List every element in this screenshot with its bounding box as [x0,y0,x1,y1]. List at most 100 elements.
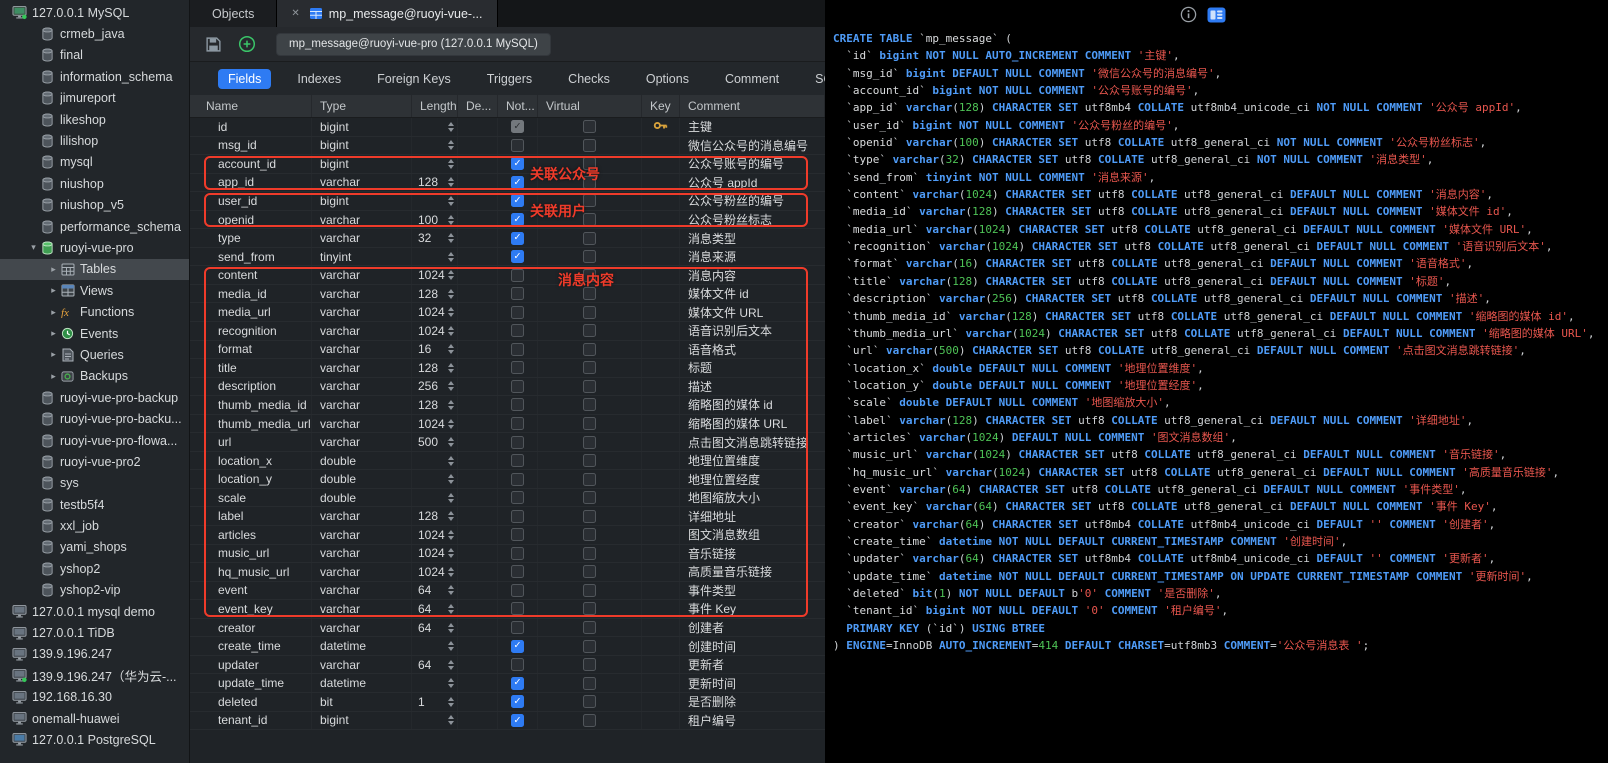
field-row-create_time[interactable]: create_timedatetime✓创建时间 [190,637,825,656]
field-virtual-cell[interactable] [538,378,642,396]
field-name-cell[interactable]: type [190,229,312,247]
field-decimals-cell[interactable] [458,192,498,210]
tree-expand-icon[interactable]: ▸ [48,349,59,360]
field-virtual-cell[interactable] [538,489,642,507]
field-comment-cell[interactable]: 是否删除 [680,693,825,711]
length-stepper[interactable] [448,363,454,373]
field-length-cell[interactable]: 256 [412,378,458,396]
length-stepper[interactable] [448,456,454,466]
field-length-cell[interactable]: 128 [412,285,458,303]
field-virtual-cell[interactable] [538,600,642,618]
length-stepper[interactable] [448,233,454,243]
virtual-checkbox[interactable] [583,269,596,282]
field-type-cell[interactable]: varchar [312,433,412,451]
field-decimals-cell[interactable] [458,545,498,563]
field-row-music_url[interactable]: music_urlvarchar1024音乐链接 [190,545,825,564]
field-type-cell[interactable]: bigint [312,192,412,210]
length-stepper[interactable] [448,511,454,521]
virtual-checkbox[interactable] [583,139,596,152]
not-null-checkbox[interactable] [511,436,524,449]
not-null-checkbox[interactable]: ✓ [511,677,524,690]
field-decimals-cell[interactable] [458,229,498,247]
field-row-recognition[interactable]: recognitionvarchar1024语音识别后文本 [190,322,825,341]
not-null-checkbox[interactable] [511,380,524,393]
length-stepper[interactable] [448,177,454,187]
tree-collapse-icon[interactable]: ▾ [28,242,39,253]
field-decimals-cell[interactable] [458,396,498,414]
column-header-comment[interactable]: Comment [680,95,825,117]
field-virtual-cell[interactable] [538,637,642,655]
length-stepper[interactable] [448,122,454,132]
sidebar-item-yshop2-vip[interactable]: yshop2-vip [0,580,189,601]
sidebar-item-139-9-196-247[interactable]: 139.9.196.247（华为云-... [0,665,189,686]
field-virtual-cell[interactable] [538,656,642,674]
field-length-cell[interactable]: 500 [412,433,458,451]
not-null-checkbox[interactable] [511,398,524,411]
not-null-checkbox[interactable] [511,361,524,374]
field-name-cell[interactable]: creator [190,619,312,637]
not-null-checkbox[interactable]: ✓ [511,250,524,263]
field-type-cell[interactable]: varchar [312,563,412,581]
field-comment-cell[interactable]: 音乐链接 [680,545,825,563]
field-decimals-cell[interactable] [458,489,498,507]
field-type-cell[interactable]: varchar [312,378,412,396]
field-decimals-cell[interactable] [458,322,498,340]
field-type-cell[interactable]: double [312,489,412,507]
sidebar-item-niushop[interactable]: niushop [0,173,189,194]
field-comment-cell[interactable]: 媒体文件 URL [680,303,825,321]
not-null-checkbox[interactable] [511,602,524,615]
virtual-checkbox[interactable] [583,454,596,467]
field-virtual-cell[interactable] [538,229,642,247]
field-type-cell[interactable]: bigint [312,712,412,730]
field-name-cell[interactable]: tenant_id [190,712,312,730]
field-type-cell[interactable]: varchar [312,322,412,340]
field-virtual-cell[interactable] [538,266,642,284]
virtual-checkbox[interactable] [583,232,596,245]
field-comment-cell[interactable]: 高质量音乐链接 [680,563,825,581]
field-comment-cell[interactable]: 描述 [680,378,825,396]
length-stepper[interactable] [448,715,454,725]
field-decimals-cell[interactable] [458,174,498,192]
field-decimals-cell[interactable] [458,378,498,396]
field-name-cell[interactable]: format [190,341,312,359]
field-length-cell[interactable]: 1024 [412,526,458,544]
field-notnull-cell[interactable] [498,507,538,525]
field-row-id[interactable]: idbigint✓主键 [190,118,825,137]
virtual-checkbox[interactable] [583,398,596,411]
field-name-cell[interactable]: label [190,507,312,525]
virtual-checkbox[interactable] [583,547,596,560]
not-null-checkbox[interactable]: ✓ [511,176,524,189]
field-row-event_key[interactable]: event_keyvarchar64事件 Key [190,600,825,619]
not-null-checkbox[interactable] [511,621,524,634]
field-notnull-cell[interactable] [498,396,538,414]
length-stepper[interactable] [448,252,454,262]
field-virtual-cell[interactable] [538,693,642,711]
sidebar-item-tables[interactable]: ▸Tables [0,259,189,280]
field-length-cell[interactable]: 1 [412,693,458,711]
not-null-checkbox[interactable] [511,269,524,282]
field-decimals-cell[interactable] [458,712,498,730]
length-stepper[interactable] [448,567,454,577]
field-comment-cell[interactable]: 缩略图的媒体 URL [680,415,825,433]
field-comment-cell[interactable]: 主键 [680,118,825,136]
field-type-cell[interactable]: varchar [312,507,412,525]
field-comment-cell[interactable]: 更新时间 [680,674,825,692]
not-null-checkbox[interactable]: ✓ [511,714,524,727]
not-null-checkbox[interactable] [511,547,524,560]
length-stepper[interactable] [448,623,454,633]
field-row-description[interactable]: descriptionvarchar256描述 [190,378,825,397]
field-type-cell[interactable]: bigint [312,137,412,155]
field-length-cell[interactable]: 1024 [412,563,458,581]
field-virtual-cell[interactable] [538,359,642,377]
field-name-cell[interactable]: openid [190,211,312,229]
field-name-cell[interactable]: music_url [190,545,312,563]
field-length-cell[interactable]: 64 [412,619,458,637]
virtual-checkbox[interactable] [583,417,596,430]
field-row-send_from[interactable]: send_fromtinyint✓消息来源 [190,248,825,267]
field-length-cell[interactable] [412,118,458,136]
not-null-checkbox[interactable] [511,565,524,578]
field-comment-cell[interactable]: 创建者 [680,619,825,637]
sidebar-item-ruoyi-vue-pro-backup[interactable]: ruoyi-vue-pro-backup [0,387,189,408]
field-notnull-cell[interactable] [498,452,538,470]
not-null-checkbox[interactable] [511,584,524,597]
